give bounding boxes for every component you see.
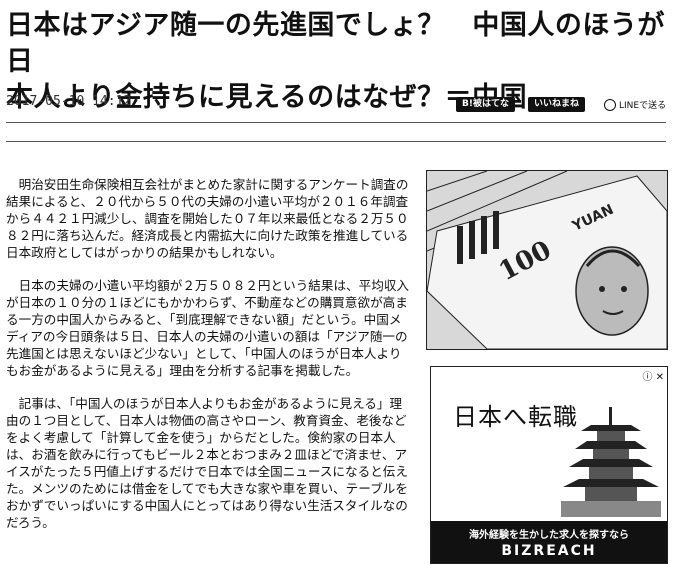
- article-body: 明治安田生命保険相互会社がまとめた家計に関するアンケート調査の結果によると、２０…: [6, 176, 414, 547]
- ad-close-label: ⓘ ✕: [642, 372, 664, 383]
- header-divider-top: [6, 122, 666, 123]
- ad-brand-band: 海外経験を生かした求人を探すなら BIZREACH: [431, 521, 667, 563]
- ad-title: 日本へ転職: [453, 403, 578, 431]
- line-share-button[interactable]: LINEで送る: [604, 97, 666, 112]
- hatena-bookmark-button[interactable]: B!被はてな: [456, 97, 515, 112]
- line-share-label: LINEで送る: [619, 101, 667, 111]
- iine-label: いいねまね: [528, 97, 586, 112]
- iine-button[interactable]: いいねまね: [528, 97, 586, 112]
- ad-tagline: 海外経験を生かした求人を探すなら: [469, 530, 629, 541]
- yuan-banknote-illustration: 100 YUAN: [427, 171, 667, 349]
- yuan-banknote-photo: 100 YUAN: [426, 170, 668, 350]
- article-paragraph: 明治安田生命保険相互会社がまとめた家計に関するアンケート調査の結果によると、２０…: [6, 177, 409, 260]
- publish-date: 2017-05-10 14:12: [6, 94, 132, 109]
- bizreach-ad-banner[interactable]: ⓘ ✕ 日本へ転職 海外経験を生かした求人を探すなら BIZREACH: [430, 366, 668, 564]
- hatena-bookmark-label: B!被はてな: [456, 97, 515, 112]
- ad-brand-logo: BIZREACH: [501, 543, 597, 559]
- ad-close-button[interactable]: ⓘ ✕: [642, 368, 664, 383]
- pagoda-icon: [561, 407, 661, 517]
- header-divider-bottom: [6, 141, 666, 142]
- article-paragraph: 日本の夫婦の小遣い平均額が２万５０８２円という結果は、平均収入が日本の１０分の１…: [6, 278, 409, 378]
- article-paragraph: 記事は、「中国人のほうが日本人よりもお金があるように見える」理由の１つ目として、…: [6, 396, 408, 530]
- line-icon: [604, 98, 616, 111]
